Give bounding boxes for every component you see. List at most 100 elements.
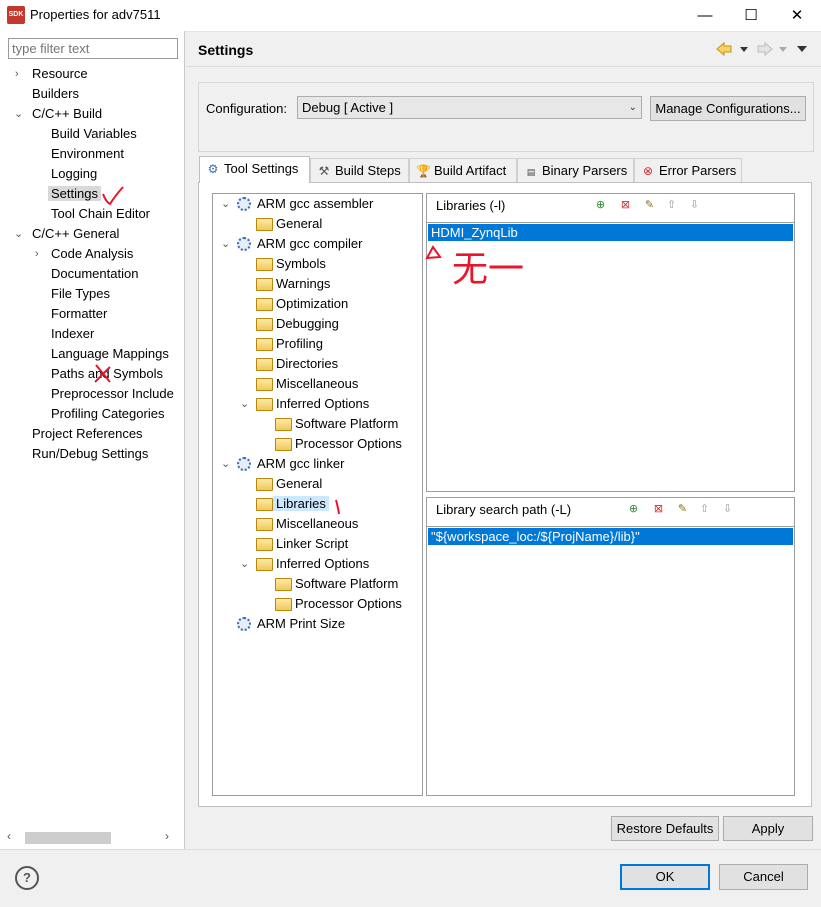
- nav-item-build-variables[interactable]: Build Variables: [0, 124, 184, 144]
- scrollbar-thumb[interactable]: [25, 832, 111, 844]
- edit-icon[interactable]: ✎: [643, 198, 656, 212]
- tab-binary-parsers[interactable]: ▤ Binary Parsers: [517, 158, 634, 182]
- nav-item-documentation[interactable]: Documentation: [0, 264, 184, 284]
- nav-item-builders[interactable]: Builders: [0, 84, 184, 104]
- tree-node-debugging[interactable]: Debugging: [213, 314, 422, 334]
- view-menu-icon[interactable]: [797, 46, 807, 52]
- tree-node-miscellaneous[interactable]: Miscellaneous: [213, 374, 422, 394]
- tab-error-parsers[interactable]: ⊗ Error Parsers: [634, 158, 742, 182]
- tree-node-general[interactable]: General: [213, 214, 422, 234]
- nav-item-cpp-build[interactable]: ⌄ C/C++ Build: [0, 104, 184, 124]
- move-down-icon[interactable]: ⇩: [688, 198, 701, 212]
- option-folder-icon: [275, 578, 292, 591]
- manage-configurations-button[interactable]: Manage Configurations...: [650, 96, 806, 121]
- tree-node-software-platform[interactable]: Software Platform: [213, 574, 422, 594]
- tab-build-steps[interactable]: ⚒ Build Steps: [310, 158, 409, 182]
- nav-item-project-references[interactable]: Project References: [0, 424, 184, 444]
- forward-dropdown-icon[interactable]: [779, 47, 787, 52]
- add-icon[interactable]: ⊕: [627, 502, 640, 516]
- tree-node-arm-print-size[interactable]: ARM Print Size: [213, 614, 422, 634]
- delete-icon[interactable]: ⊠: [619, 198, 632, 212]
- expand-arrow-icon[interactable]: ›: [35, 244, 39, 264]
- collapse-arrow-icon[interactable]: ⌄: [221, 234, 230, 254]
- tree-node-libraries[interactable]: Libraries: [213, 494, 422, 514]
- edit-icon[interactable]: ✎: [676, 502, 689, 516]
- tab-build-artifact[interactable]: 🏆 Build Artifact: [409, 158, 517, 182]
- nav-item-run-debug-settings[interactable]: Run/Debug Settings: [0, 444, 184, 464]
- back-arrow-icon[interactable]: [716, 41, 732, 57]
- restore-defaults-button[interactable]: Restore Defaults: [611, 816, 719, 841]
- cancel-button[interactable]: Cancel: [719, 864, 808, 890]
- scroll-left-icon[interactable]: ‹: [7, 829, 11, 843]
- list-item[interactable]: "${workspace_loc:/${ProjName}/lib}": [428, 528, 793, 545]
- minimize-button[interactable]: —: [682, 0, 728, 31]
- tree-node-linker-script[interactable]: Linker Script: [213, 534, 422, 554]
- nav-item-language-mappings[interactable]: Language Mappings: [0, 344, 184, 364]
- tree-node-inferred-options[interactable]: ⌄ Inferred Options: [213, 554, 422, 574]
- expand-arrow-icon[interactable]: ›: [15, 64, 19, 84]
- collapse-arrow-icon[interactable]: ⌄: [14, 104, 23, 124]
- nav-item-cpp-general[interactable]: ⌄ C/C++ General: [0, 224, 184, 244]
- tree-node-label: Optimization: [276, 296, 349, 311]
- tree-node-directories[interactable]: Directories: [213, 354, 422, 374]
- configuration-select[interactable]: Debug [ Active ] ⌄: [297, 96, 642, 119]
- nav-item-preprocessor-include[interactable]: Preprocessor Include: [0, 384, 184, 404]
- maximize-button[interactable]: ☐: [728, 0, 774, 31]
- tree-node-warnings[interactable]: Warnings: [213, 274, 422, 294]
- collapse-arrow-icon[interactable]: ⌄: [14, 224, 23, 244]
- nav-item-profiling-categories[interactable]: Profiling Categories: [0, 404, 184, 424]
- tree-node-miscellaneous[interactable]: Miscellaneous: [213, 514, 422, 534]
- library-search-path-list[interactable]: "${workspace_loc:/${ProjName}/lib}": [426, 526, 795, 796]
- ok-button[interactable]: OK: [620, 864, 710, 890]
- scroll-right-icon[interactable]: ›: [165, 829, 169, 843]
- nav-horizontal-scrollbar[interactable]: ‹ ›: [7, 829, 175, 845]
- nav-item-tool-chain-editor[interactable]: Tool Chain Editor: [0, 204, 184, 224]
- help-icon[interactable]: ?: [15, 866, 39, 890]
- move-up-icon[interactable]: ⇧: [665, 198, 678, 212]
- tree-node-processor-options[interactable]: Processor Options: [213, 434, 422, 454]
- move-up-icon[interactable]: ⇧: [698, 502, 711, 516]
- delete-icon[interactable]: ⊠: [652, 502, 665, 516]
- tree-node-inferred-options[interactable]: ⌄ Inferred Options: [213, 394, 422, 414]
- collapse-arrow-icon[interactable]: ⌄: [240, 554, 249, 574]
- nav-item-environment[interactable]: Environment: [0, 144, 184, 164]
- add-icon[interactable]: ⊕: [594, 198, 607, 212]
- tree-node-arm-gcc-compiler[interactable]: ⌄ ARM gcc compiler: [213, 234, 422, 254]
- option-folder-icon: [256, 218, 273, 231]
- filter-input[interactable]: [8, 38, 178, 59]
- close-button[interactable]: ✕: [774, 0, 820, 31]
- tree-node-general[interactable]: General: [213, 474, 422, 494]
- tree-node-software-platform[interactable]: Software Platform: [213, 414, 422, 434]
- tree-node-symbols[interactable]: Symbols: [213, 254, 422, 274]
- nav-item-label: C/C++ General: [32, 226, 120, 241]
- nav-item-file-types[interactable]: File Types: [0, 284, 184, 304]
- option-folder-icon: [256, 358, 273, 371]
- tab-tool-settings[interactable]: ⚙ Tool Settings: [199, 156, 310, 183]
- tool-gear-icon: [237, 237, 251, 251]
- nav-item-indexer[interactable]: Indexer: [0, 324, 184, 344]
- collapse-arrow-icon[interactable]: ⌄: [221, 194, 230, 214]
- apply-button[interactable]: Apply: [723, 816, 813, 841]
- nav-item-label: Indexer: [51, 326, 95, 341]
- move-down-icon[interactable]: ⇩: [721, 502, 734, 516]
- tree-node-label: Miscellaneous: [276, 376, 359, 391]
- tab-label: Build Artifact: [434, 163, 507, 178]
- tree-node-label: Software Platform: [295, 576, 399, 591]
- collapse-arrow-icon[interactable]: ⌄: [221, 454, 230, 474]
- tree-node-processor-options[interactable]: Processor Options: [213, 594, 422, 614]
- tree-node-optimization[interactable]: Optimization: [213, 294, 422, 314]
- list-item[interactable]: HDMI_ZynqLib: [428, 224, 793, 241]
- nav-item-label: Tool Chain Editor: [51, 206, 150, 221]
- tree-node-arm-gcc-linker[interactable]: ⌄ ARM gcc linker: [213, 454, 422, 474]
- nav-item-resource[interactable]: › Resource: [0, 64, 184, 84]
- tree-node-arm-gcc-assembler[interactable]: ⌄ ARM gcc assembler: [213, 194, 422, 214]
- back-dropdown-icon[interactable]: [740, 47, 748, 52]
- nav-item-formatter[interactable]: Formatter: [0, 304, 184, 324]
- collapse-arrow-icon[interactable]: ⌄: [240, 394, 249, 414]
- search-path-toolbar: ⊕ ⊠ ✎ ⇧ ⇩: [627, 502, 747, 518]
- nav-item-logging[interactable]: Logging: [0, 164, 184, 184]
- forward-arrow-icon[interactable]: [757, 41, 773, 57]
- nav-item-settings[interactable]: Settings: [0, 184, 184, 204]
- nav-item-code-analysis[interactable]: › Code Analysis: [0, 244, 184, 264]
- tree-node-profiling[interactable]: Profiling: [213, 334, 422, 354]
